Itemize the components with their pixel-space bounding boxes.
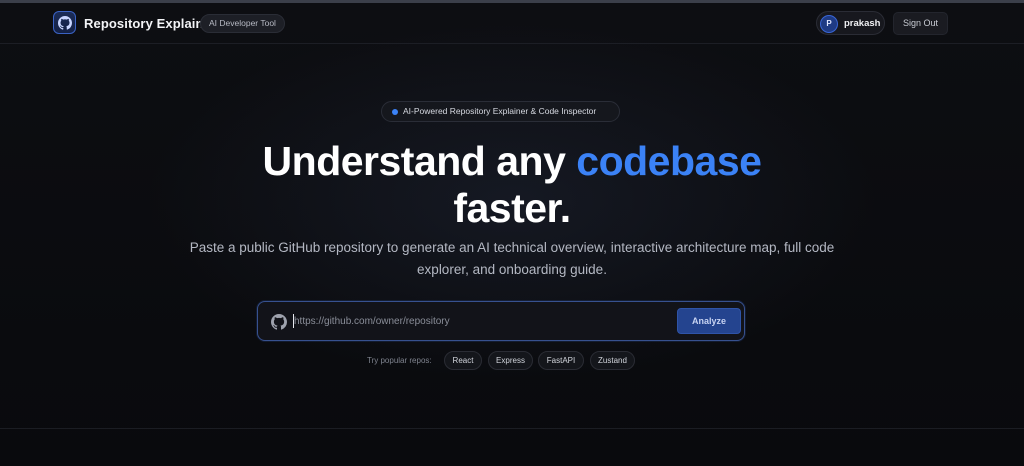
repo-chip-react[interactable]: React <box>444 351 482 370</box>
dot-icon <box>392 109 398 115</box>
app-tag-badge: AI Developer Tool <box>200 14 285 33</box>
repo-chip-zustand[interactable]: Zustand <box>590 351 635 370</box>
headline-text: Understand any <box>262 138 577 184</box>
headline-accent: codebase <box>576 138 762 184</box>
repo-search-box: Analyze <box>257 301 745 341</box>
sign-out-button[interactable]: Sign Out <box>893 12 948 35</box>
subtitle-line-1: Paste a public GitHub repository to gene… <box>189 240 835 255</box>
popular-repos-label: Try popular repos: <box>367 356 432 365</box>
page: Repository Explainer AI Developer Tool P… <box>0 0 1024 466</box>
avatar: P <box>820 15 838 33</box>
headline-text-line2: faster. <box>453 185 571 231</box>
app-header: Repository Explainer AI Developer Tool P… <box>0 3 1024 44</box>
github-icon <box>271 314 287 330</box>
section-divider <box>0 428 1024 429</box>
hero-badge-label: AI-Powered Repository Explainer & Code I… <box>403 106 597 116</box>
app-logo[interactable] <box>53 11 76 34</box>
hero-subtitle: Paste a public GitHub repository to gene… <box>160 237 864 281</box>
username: prakash <box>844 18 881 29</box>
user-menu[interactable]: P prakash <box>816 11 885 35</box>
github-icon <box>57 15 72 30</box>
repo-url-input[interactable] <box>294 311 664 331</box>
subtitle-line-2: explorer, and onboarding guide. <box>417 262 607 277</box>
hero-badge: AI-Powered Repository Explainer & Code I… <box>381 101 620 122</box>
text-cursor <box>293 314 294 328</box>
repo-chip-express[interactable]: Express <box>488 351 533 370</box>
repo-chip-fastapi[interactable]: FastAPI <box>538 351 584 370</box>
brand-name: Repository Explainer <box>84 16 217 31</box>
analyze-button[interactable]: Analyze <box>677 308 741 334</box>
hero-headline: Understand any codebase faster. <box>0 138 1024 232</box>
